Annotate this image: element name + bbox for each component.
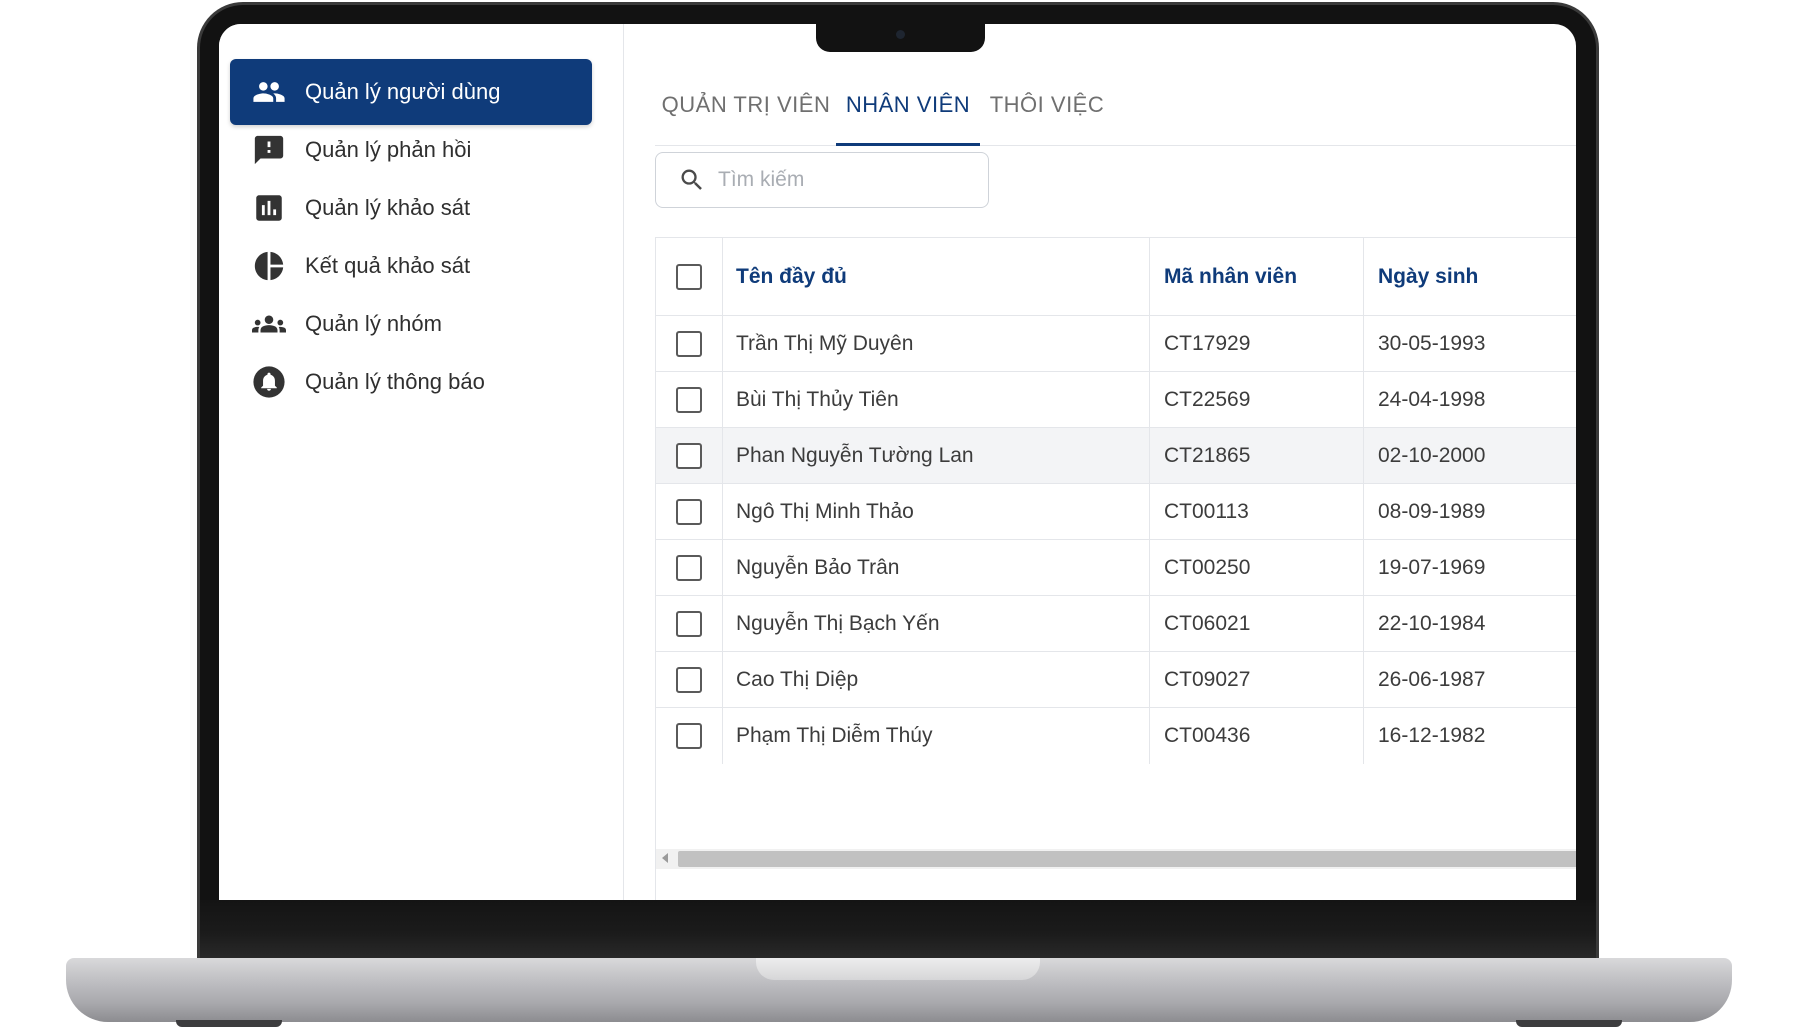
search-box	[655, 152, 989, 208]
bar-chart-icon	[251, 190, 287, 226]
cell-date-of-birth: 24-04-1998	[1365, 372, 1576, 427]
cell-full-name: Ngô Thị Minh Thảo	[724, 484, 1150, 539]
sidebar-item-label: Quản lý thông báo	[305, 369, 485, 394]
sidebar: Quản lý người dùng Quản lý phản hồi Quản…	[219, 24, 624, 900]
sidebar-item-group-management[interactable]: Quản lý nhóm	[230, 291, 592, 357]
row-check-cell	[656, 484, 723, 539]
laptop-base-notch	[756, 958, 1040, 980]
laptop-foot-right	[1516, 1020, 1622, 1027]
row-checkbox[interactable]	[676, 498, 702, 525]
cell-employee-code: CT21865	[1151, 428, 1364, 483]
table-row[interactable]: Phạm Thị Diễm Thúy CT00436 16-12-1982	[656, 708, 1576, 849]
employee-table: Tên đầy đủ Mã nhân viên Ngày sinh Trần T…	[655, 237, 1576, 900]
sidebar-item-feedback-management[interactable]: Quản lý phản hồi	[230, 117, 592, 183]
group-icon	[251, 306, 287, 342]
cell-date-of-birth: 02-10-2000	[1365, 428, 1576, 483]
cell-full-name: Phan Nguyễn Tường Lan	[724, 428, 1150, 483]
laptop-base	[66, 958, 1732, 1022]
tab-administrators[interactable]: QUẢN TRỊ VIÊN	[655, 70, 837, 146]
cell-employee-code: CT00113	[1151, 484, 1364, 539]
cell-full-name: Bùi Thị Thủy Tiên	[724, 372, 1150, 427]
tab-bar: QUẢN TRỊ VIÊN NHÂN VIÊN THÔI VIỆC	[655, 70, 1576, 146]
cell-date-of-birth: 08-09-1989	[1365, 484, 1576, 539]
cell-date-of-birth: 26-06-1987	[1365, 652, 1576, 707]
row-check-cell	[656, 596, 723, 651]
table-row[interactable]: Phan Nguyễn Tường Lan CT21865 02-10-2000	[656, 428, 1576, 484]
camera-icon	[896, 30, 905, 39]
camera-notch	[816, 20, 985, 52]
cell-full-name: Phạm Thị Diễm Thúy	[724, 708, 1150, 764]
sidebar-item-label: Quản lý khảo sát	[305, 195, 471, 220]
screen: Quản lý người dùng Quản lý phản hồi Quản…	[219, 24, 1576, 900]
sidebar-item-label: Kết quả khảo sát	[305, 253, 471, 278]
sidebar-item-survey-management[interactable]: Quản lý khảo sát	[230, 175, 592, 241]
cell-employee-code: CT09027	[1151, 652, 1364, 707]
cell-full-name: Cao Thị Diệp	[724, 652, 1150, 707]
cell-full-name: Nguyễn Thị Bạch Yến	[724, 596, 1150, 651]
scrollbar-thumb[interactable]	[678, 851, 1576, 867]
main-content: QUẢN TRỊ VIÊN NHÂN VIÊN THÔI VIỆC Tên đầ…	[625, 24, 1576, 900]
table-row[interactable]: Trần Thị Mỹ Duyên CT17929 30-05-1993	[656, 316, 1576, 372]
sidebar-item-label: Quản lý phản hồi	[305, 137, 472, 162]
cell-date-of-birth: 22-10-1984	[1365, 596, 1576, 651]
row-checkbox[interactable]	[676, 442, 702, 469]
row-checkbox[interactable]	[676, 554, 702, 581]
row-checkbox[interactable]	[676, 330, 702, 357]
laptop-lid-bezel-bottom	[200, 900, 1596, 960]
row-check-cell	[656, 540, 723, 595]
sidebar-item-survey-results[interactable]: Kết quả khảo sát	[230, 233, 592, 299]
users-icon	[251, 74, 287, 110]
table-row[interactable]: Nguyễn Thị Bạch Yến CT06021 22-10-1984	[656, 596, 1576, 652]
cell-employee-code: CT17929	[1151, 316, 1364, 371]
column-header-employee-code[interactable]: Mã nhân viên	[1151, 238, 1364, 315]
notification-icon	[251, 364, 287, 400]
sidebar-item-label: Quản lý nhóm	[305, 311, 442, 336]
sidebar-item-label: Quản lý người dùng	[305, 79, 501, 104]
cell-employee-code: CT06021	[1151, 596, 1364, 651]
cell-date-of-birth: 19-07-1969	[1365, 540, 1576, 595]
row-check-cell	[656, 372, 723, 427]
table-row[interactable]: Ngô Thị Minh Thảo CT00113 08-09-1989	[656, 484, 1576, 540]
search-input[interactable]	[718, 168, 968, 192]
laptop-foot-left	[176, 1020, 282, 1027]
horizontal-scrollbar[interactable]	[656, 849, 1576, 869]
row-check-cell	[656, 708, 723, 764]
table-row[interactable]: Nguyễn Bảo Trân CT00250 19-07-1969	[656, 540, 1576, 596]
select-all-cell	[656, 238, 723, 315]
row-check-cell	[656, 316, 723, 371]
search-icon	[681, 169, 702, 190]
cell-employee-code: CT00436	[1151, 708, 1364, 764]
row-checkbox[interactable]	[676, 723, 702, 749]
table-header-row: Tên đầy đủ Mã nhân viên Ngày sinh	[656, 238, 1576, 316]
table-row[interactable]: Bùi Thị Thủy Tiên CT22569 24-04-1998	[656, 372, 1576, 428]
column-header-date-of-birth[interactable]: Ngày sinh	[1365, 238, 1576, 315]
column-header-full-name[interactable]: Tên đầy đủ	[724, 238, 1150, 315]
cell-full-name: Nguyễn Bảo Trân	[724, 540, 1150, 595]
cell-full-name: Trần Thị Mỹ Duyên	[724, 316, 1150, 371]
pie-chart-icon	[251, 248, 287, 284]
row-checkbox[interactable]	[676, 666, 702, 693]
row-check-cell	[656, 652, 723, 707]
cell-employee-code: CT22569	[1151, 372, 1364, 427]
tab-resigned[interactable]: THÔI VIỆC	[988, 70, 1106, 146]
sidebar-item-user-management[interactable]: Quản lý người dùng	[230, 59, 592, 125]
cell-employee-code: CT00250	[1151, 540, 1364, 595]
feedback-icon	[251, 132, 287, 168]
sidebar-item-notification-management[interactable]: Quản lý thông báo	[230, 349, 592, 415]
row-checkbox[interactable]	[676, 386, 702, 413]
scroll-left-arrow-icon[interactable]	[662, 853, 668, 863]
row-checkbox[interactable]	[676, 610, 702, 637]
row-check-cell	[656, 428, 723, 483]
select-all-checkbox[interactable]	[676, 263, 702, 290]
table-row[interactable]: Cao Thị Diệp CT09027 26-06-1987	[656, 652, 1576, 708]
tab-employees[interactable]: NHÂN VIÊN	[836, 70, 980, 146]
cell-date-of-birth: 16-12-1982	[1365, 708, 1576, 764]
cell-date-of-birth: 30-05-1993	[1365, 316, 1576, 371]
